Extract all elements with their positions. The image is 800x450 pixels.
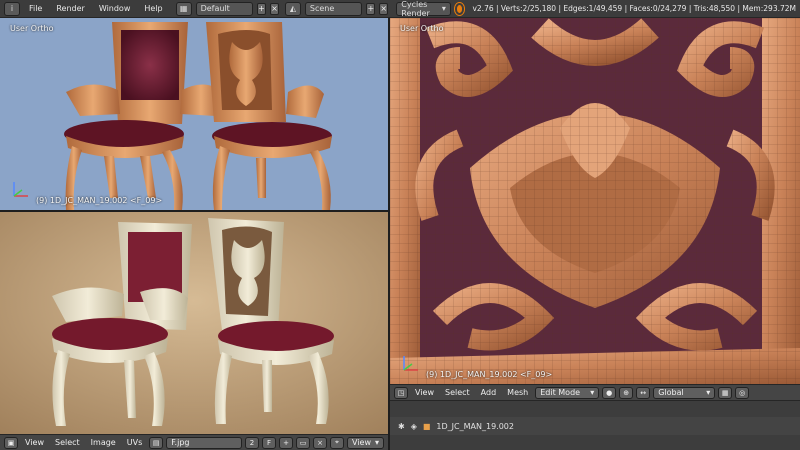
image-menu-image[interactable]: Image — [87, 438, 120, 447]
chevron-down-icon: ▾ — [590, 388, 595, 397]
image-view-dropdown[interactable]: View ▾ — [347, 436, 384, 449]
viewport-top-left[interactable]: User Ortho (9) 1D_JC_MAN_19.002 <F_09> — [0, 18, 388, 210]
scene-statistics: v2.76 | Verts:2/25,180 | Edges:1/49,459 … — [472, 4, 796, 13]
viewport-right-object-label: (9) 1D_JC_MAN_19.002 <F_09> — [426, 370, 553, 379]
info-header: i File Render Window Help ▦ Default + × … — [0, 0, 800, 18]
image-menu-view[interactable]: View — [21, 438, 48, 447]
transform-orientation-dropdown[interactable]: Global ▾ — [653, 386, 716, 399]
viewport-shading-icon[interactable]: ● — [602, 386, 617, 399]
interaction-mode-label: Edit Mode — [540, 388, 581, 397]
pin-icon[interactable]: ⌖ — [330, 436, 344, 449]
outliner-object-name[interactable]: 1D_JC_MAN_19.002 — [436, 422, 514, 431]
menu-file[interactable]: File — [24, 4, 47, 13]
image-name: F.jpg — [171, 438, 190, 447]
image-add-button[interactable]: + — [279, 436, 293, 449]
scene-remove-button[interactable]: × — [379, 2, 389, 15]
viewport-top-view-label: User Ortho — [10, 24, 54, 33]
view3d-menu-add[interactable]: Add — [477, 388, 501, 397]
image-browse-button[interactable]: ▤ — [149, 436, 164, 449]
render-engine-label: Cycles Render — [401, 0, 430, 18]
screen-layout-add-button[interactable]: + — [257, 2, 266, 15]
outliner-panel: ✱ ◈ ■ 1D_JC_MAN_19.002 — [390, 400, 800, 450]
carved-ornament-mesh — [390, 18, 800, 384]
menu-render[interactable]: Render — [51, 4, 89, 13]
wrench-icon[interactable]: ✱ — [398, 422, 405, 431]
viewport-right-edit-mode[interactable]: User Ortho (9) 1D_JC_MAN_19.002 <F_09> — [390, 18, 800, 384]
chevron-down-icon: ▾ — [374, 438, 379, 447]
chevron-down-icon: ▾ — [706, 388, 711, 397]
chair-models-solid — [13, 22, 332, 210]
screen-layout-name: Default — [200, 4, 230, 13]
image-fake-user-button[interactable]: F — [262, 436, 276, 449]
chair-front-view — [64, 22, 222, 210]
view3d-header: ◳ View Select Add Mesh Edit Mode ▾ ● ⊕ ↔… — [390, 384, 800, 400]
scene-add-button[interactable]: + — [366, 2, 376, 15]
blender-logo-icon — [454, 2, 465, 15]
screen-layout-remove-button[interactable]: × — [269, 2, 279, 15]
image-close-button[interactable]: × — [313, 436, 327, 449]
transform-orientation-label: Global — [658, 388, 684, 397]
rendered-chairs-image — [0, 212, 388, 434]
chevron-down-icon: ▾ — [441, 4, 446, 13]
view3d-menu-view[interactable]: View — [411, 388, 438, 397]
scene-field[interactable]: Scene — [304, 1, 363, 16]
layer-icon[interactable]: ▦ — [718, 386, 733, 399]
image-editor-header: ▣ View Select Image UVs ▤ F.jpg 2 F + ▭ … — [0, 434, 388, 450]
image-view-dropdown-label: View — [352, 438, 371, 447]
object-cube-icon: ■ — [422, 421, 431, 431]
pivot-point-icon[interactable]: ⊕ — [619, 386, 634, 399]
view3d-menu-mesh[interactable]: Mesh — [503, 388, 532, 397]
scene-name: Scene — [309, 4, 335, 13]
menu-help[interactable]: Help — [139, 4, 167, 13]
image-editor-render[interactable] — [0, 212, 388, 434]
chair-back-view — [206, 22, 332, 210]
interaction-mode-dropdown[interactable]: Edit Mode ▾ — [535, 386, 600, 399]
screen-layout-field[interactable]: Default — [195, 1, 253, 16]
info-editor-type-button[interactable]: i — [4, 1, 20, 16]
viewport-top-object-label: (9) 1D_JC_MAN_19.002 <F_09> — [36, 196, 163, 205]
view3d-editor-type-button[interactable]: ◳ — [394, 386, 408, 399]
image-editor-type-button[interactable]: ▣ — [4, 436, 18, 449]
transform-manipulator-icon[interactable]: ↔ — [636, 386, 651, 399]
viewport-right-view-label: User Ortho — [400, 24, 444, 33]
screen-layout-icon[interactable]: ▦ — [175, 1, 192, 16]
image-menu-select[interactable]: Select — [51, 438, 84, 447]
image-slot-number[interactable]: 2 — [245, 436, 259, 449]
image-name-field[interactable]: F.jpg — [166, 436, 242, 449]
proportional-edit-icon[interactable]: ◎ — [735, 386, 750, 399]
image-menu-uvs[interactable]: UVs — [123, 438, 147, 447]
view3d-menu-select[interactable]: Select — [441, 388, 474, 397]
scene-icon[interactable]: ◭ — [284, 1, 301, 16]
outliner-row[interactable]: ✱ ◈ ■ 1D_JC_MAN_19.002 — [390, 417, 800, 435]
render-engine-dropdown[interactable]: Cycles Render ▾ — [396, 0, 451, 18]
menu-window[interactable]: Window — [94, 4, 136, 13]
axis-gizmo-icon — [13, 182, 28, 197]
search-icon[interactable]: ◈ — [411, 422, 417, 431]
image-open-folder-icon[interactable]: ▭ — [296, 436, 310, 449]
